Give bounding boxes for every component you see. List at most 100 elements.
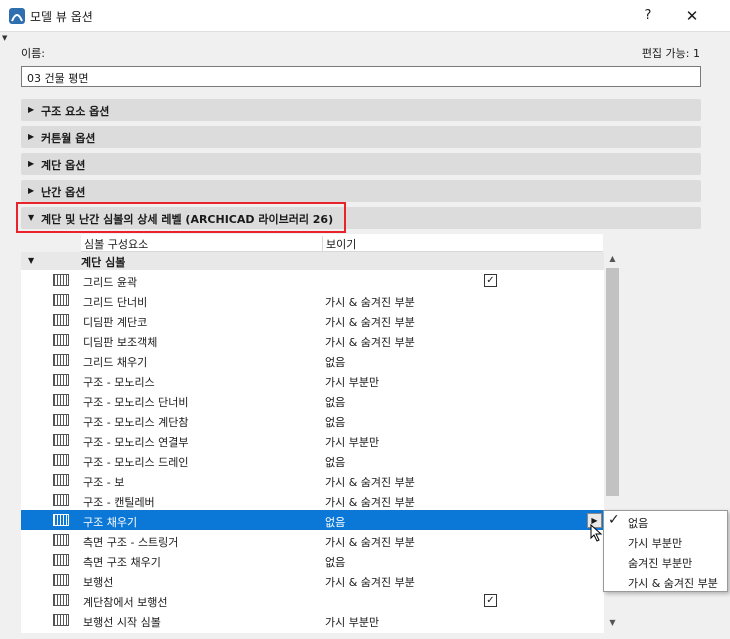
dropdown-option[interactable]: 가시 & 숨겨진 부분	[604, 572, 727, 591]
expand-arrow-icon: ▶	[28, 159, 35, 168]
symbol-icon	[53, 274, 69, 286]
panel-curtainwall-options[interactable]: ▶ 커튼월 옵션	[21, 126, 701, 148]
row-value[interactable]: 가시 & 숨겨진 부분	[325, 574, 415, 590]
row-name: 그리드 단너비	[83, 296, 148, 309]
row-name: 디딤판 계단코	[83, 316, 148, 329]
column-header-visibility: 보이기	[322, 236, 356, 253]
dropdown-option[interactable]: 가시 부분만	[604, 532, 727, 551]
panel-stair-options[interactable]: ▶ 계단 옵션	[21, 153, 701, 175]
symbol-icon	[53, 534, 69, 546]
row-name: 그리드 윤곽	[83, 276, 138, 289]
scroll-down-icon[interactable]: ▼	[604, 618, 621, 632]
expand-arrow-icon: ▶	[28, 132, 35, 141]
row-value[interactable]: 없음	[325, 554, 345, 570]
mouse-cursor-icon	[590, 524, 603, 542]
symbol-icon	[53, 434, 69, 446]
row-name: 측면 구조 - 스트링거	[83, 536, 179, 549]
row-value[interactable]: 없음	[325, 354, 345, 370]
panel-railing-options[interactable]: ▶ 난간 옵션	[21, 180, 701, 202]
row-value[interactable]: 가시 부분만	[325, 434, 379, 450]
symbol-icon	[53, 314, 69, 326]
help-button[interactable]: ?	[636, 6, 660, 26]
panel-label: 구조 요소 옵션	[41, 105, 110, 118]
row-value[interactable]: 가시 & 숨겨진 부분	[325, 474, 415, 490]
table-row[interactable]: 구조 - 캔틸레버 가시 & 숨겨진 부분	[21, 490, 604, 510]
symbol-icon	[53, 354, 69, 366]
table-row[interactable]: 계단참에서 보행선 ✓	[21, 590, 604, 610]
row-value[interactable]: 가시 & 숨겨진 부분	[325, 334, 415, 350]
row-name: 보행선	[83, 576, 114, 589]
panel-label: 난간 옵션	[41, 186, 86, 199]
visibility-dropdown-menu: ✓ 없음 가시 부분만 숨겨진 부분만 가시 & 숨겨진 부분	[603, 510, 728, 592]
table-row[interactable]: 구조 - 모노리스 계단참 없음	[21, 410, 604, 430]
symbol-icon	[53, 334, 69, 346]
table-row-selected[interactable]: 구조 채우기 없음 ▶	[21, 510, 604, 530]
collapse-arrow-icon: ▼	[28, 256, 35, 265]
symbol-icon	[53, 494, 69, 506]
table-row[interactable]: 보행선 시작 심볼 가시 부분만	[21, 610, 604, 630]
table-header: 심볼 구성요소 보이기	[81, 234, 603, 253]
table-row[interactable]: 보행선 가시 & 숨겨진 부분	[21, 570, 604, 590]
row-value[interactable]: 가시 부분만	[325, 614, 379, 630]
symbol-icon	[53, 514, 69, 526]
symbol-icon	[53, 614, 69, 626]
row-value[interactable]: 가시 & 숨겨진 부분	[325, 494, 415, 510]
close-button[interactable]: ✕	[680, 6, 704, 26]
row-name: 구조 - 보	[83, 476, 125, 489]
row-value[interactable]: 없음	[325, 514, 345, 530]
table-row[interactable]: 측면 구조 - 스트링거 가시 & 숨겨진 부분	[21, 530, 604, 550]
symbol-icon	[53, 594, 69, 606]
checkmark-icon: ✓	[608, 512, 620, 528]
table-row[interactable]: 구조 - 모노리스 가시 부분만	[21, 370, 604, 390]
row-value[interactable]: 없음	[325, 414, 345, 430]
symbol-icon	[53, 454, 69, 466]
table-row[interactable]: 측면 구조 채우기 없음	[21, 550, 604, 570]
symbol-icon	[53, 554, 69, 566]
visibility-checkbox[interactable]: ✓	[484, 594, 497, 607]
table-row[interactable]: 구조 - 모노리스 단너비 없음	[21, 390, 604, 410]
symbol-icon	[53, 414, 69, 426]
name-label: 이름:	[21, 47, 45, 60]
row-name: 구조 - 모노리스	[83, 376, 155, 389]
dialog-corner-arrow-icon: ▼	[2, 34, 8, 42]
symbol-icon	[53, 474, 69, 486]
row-name: 그리드 채우기	[83, 356, 148, 369]
panel-structure-options[interactable]: ▶ 구조 요소 옵션	[21, 99, 701, 121]
symbol-icon	[53, 374, 69, 386]
row-name: 측면 구조 채우기	[83, 556, 161, 569]
scroll-up-icon[interactable]: ▲	[604, 254, 621, 268]
table-row[interactable]: 그리드 윤곽 ✓	[21, 270, 604, 290]
row-name: 구조 - 모노리스 연결부	[83, 436, 189, 449]
table-row[interactable]: 디딤판 계단코 가시 & 숨겨진 부분	[21, 310, 604, 330]
group-row-stair-symbol[interactable]: ▼ 계단 심볼	[21, 252, 604, 270]
table-row[interactable]: 그리드 단너비 가시 & 숨겨진 부분	[21, 290, 604, 310]
symbol-icon	[53, 294, 69, 306]
scroll-thumb[interactable]	[606, 268, 619, 496]
row-value[interactable]: 가시 & 숨겨진 부분	[325, 294, 415, 310]
expand-arrow-icon: ▶	[28, 105, 35, 114]
dropdown-option[interactable]: ✓ 없음	[604, 512, 727, 531]
row-value[interactable]: 없음	[325, 454, 345, 470]
row-value[interactable]: 가시 & 숨겨진 부분	[325, 314, 415, 330]
table-row[interactable]: 구조 - 모노리스 드레인 없음	[21, 450, 604, 470]
visibility-checkbox[interactable]: ✓	[484, 274, 497, 287]
title-bar: 모델 뷰 옵션 ? ✕	[0, 0, 730, 32]
table-row[interactable]: 그리드 채우기 없음	[21, 350, 604, 370]
row-name: 구조 - 모노리스 계단참	[83, 416, 189, 429]
editable-count: 편집 가능: 1	[641, 47, 700, 60]
row-name: 구조 - 캔틸레버	[83, 496, 155, 509]
name-input[interactable]: 03 건물 평면	[21, 66, 701, 87]
expand-arrow-icon: ▶	[28, 186, 35, 195]
table-row[interactable]: 구조 - 모노리스 연결부 가시 부분만	[21, 430, 604, 450]
dropdown-option[interactable]: 숨겨진 부분만	[604, 552, 727, 571]
row-value[interactable]: 가시 & 숨겨진 부분	[325, 534, 415, 550]
table-row[interactable]: 구조 - 보 가시 & 숨겨진 부분	[21, 470, 604, 490]
table-row[interactable]: 디딤판 보조객체 가시 & 숨겨진 부분	[21, 330, 604, 350]
row-value[interactable]: 없음	[325, 394, 345, 410]
row-value[interactable]: 가시 부분만	[325, 374, 379, 390]
archicad-logo-icon	[9, 8, 25, 24]
panel-label: 계단 옵션	[41, 159, 86, 172]
row-name: 구조 - 모노리스 단너비	[83, 396, 189, 409]
row-name: 보행선 시작 심볼	[83, 616, 161, 629]
window-title: 모델 뷰 옵션	[30, 10, 93, 24]
